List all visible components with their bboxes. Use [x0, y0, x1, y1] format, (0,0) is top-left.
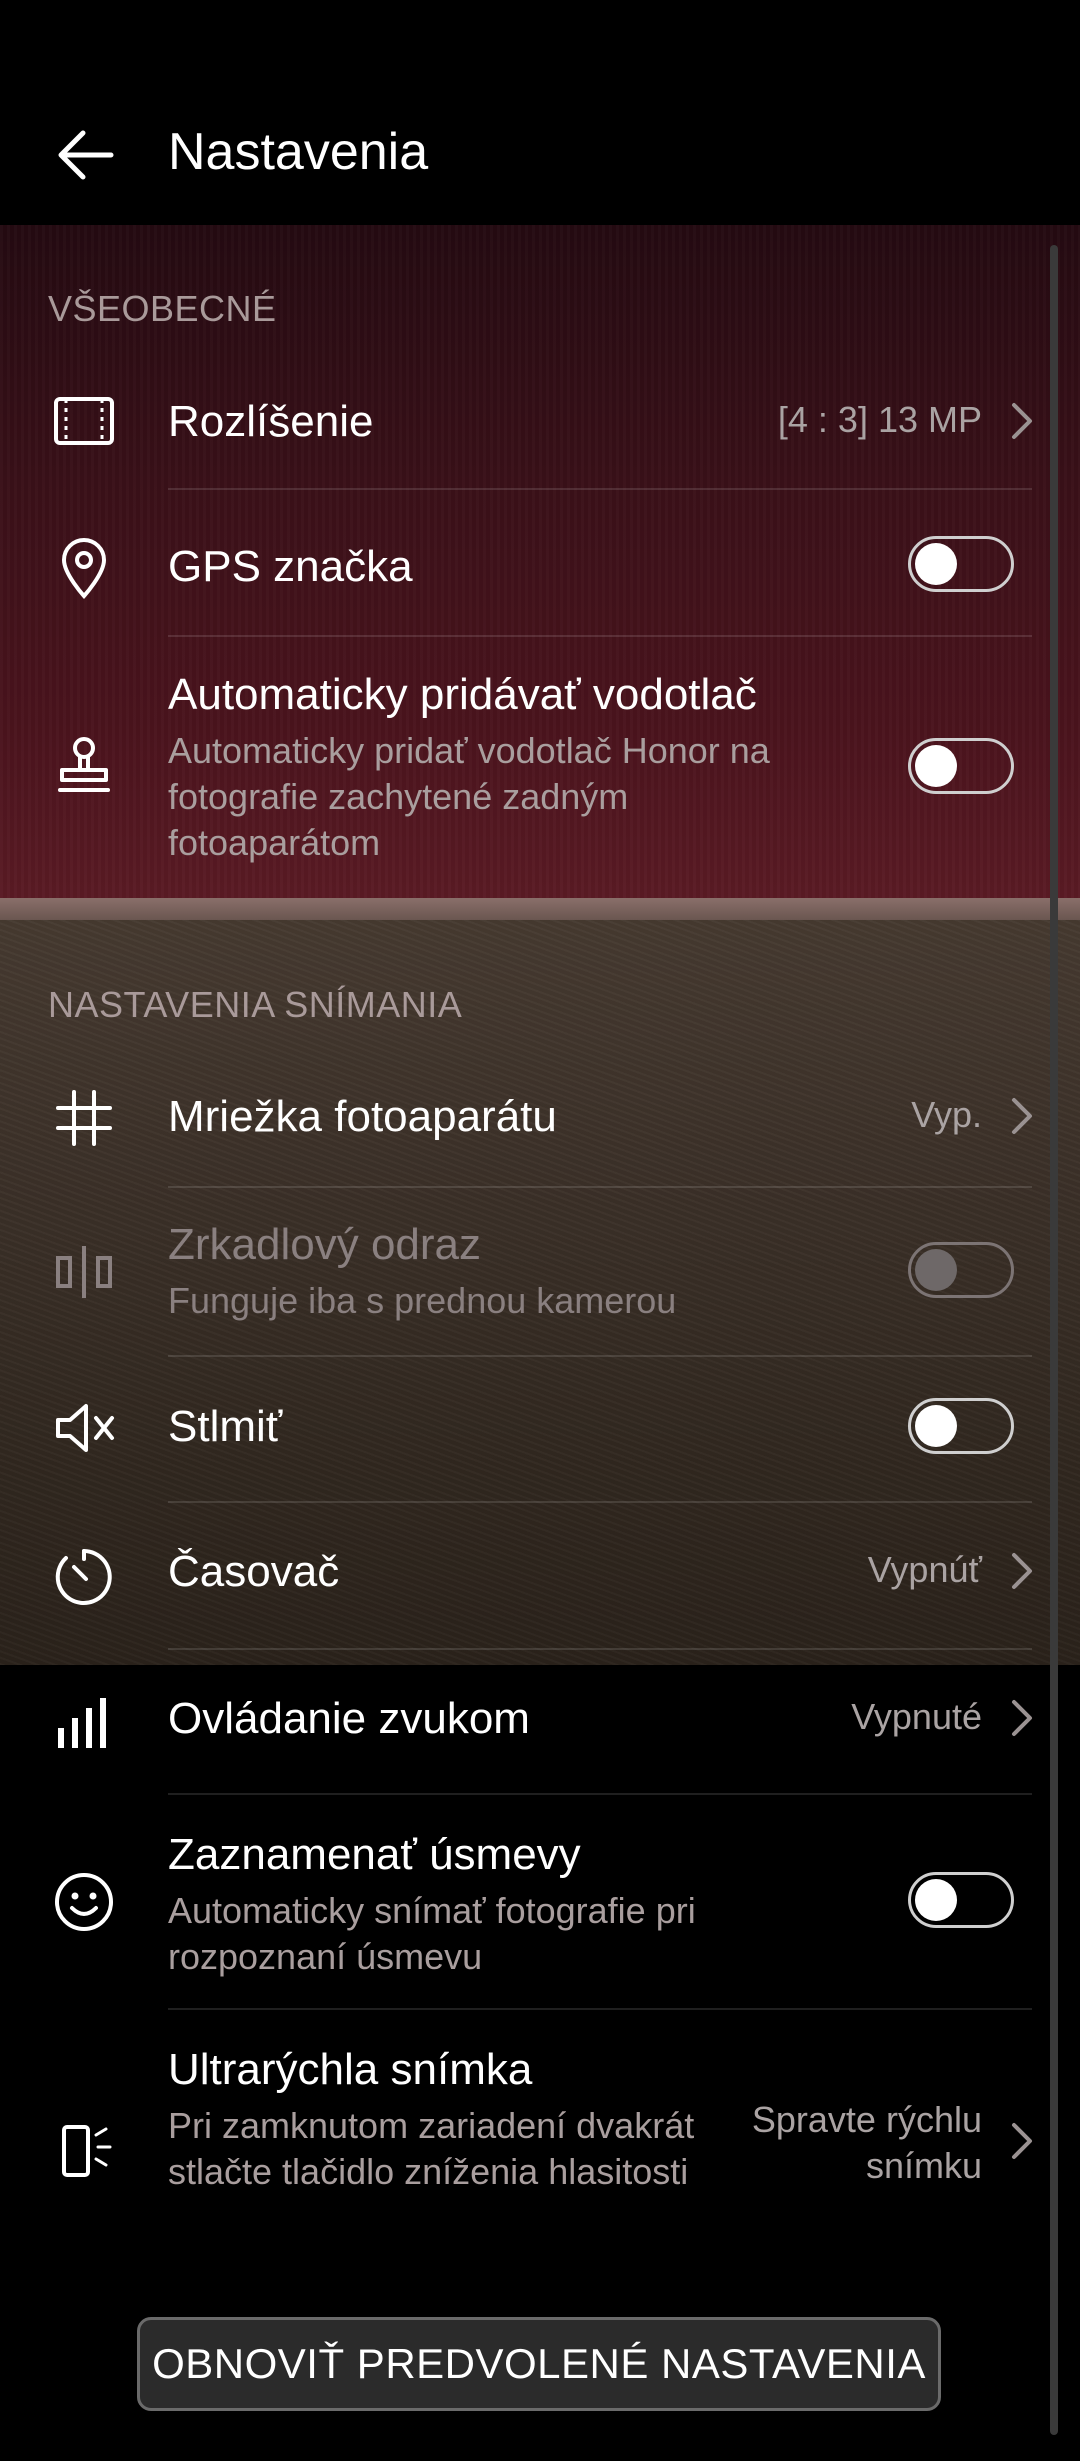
section-header-general: VŠEOBECNÉ [48, 288, 277, 329]
setting-mirror: Zrkadlový odraz Funguje iba s prednou ka… [0, 1190, 1040, 1355]
setting-subtitle: Automaticky pridať vodotlač Honor na fot… [168, 730, 770, 863]
mute-toggle[interactable] [908, 1398, 1014, 1454]
setting-timer[interactable]: Časovač Vypnúť [0, 1505, 1040, 1645]
divider [168, 1501, 1032, 1503]
toggle-knob [915, 1879, 957, 1921]
toggle-knob [915, 1405, 957, 1447]
divider [168, 488, 1032, 490]
setting-title: Časovač [168, 1547, 340, 1596]
mirror-toggle [908, 1242, 1014, 1298]
grid-hash-icon [48, 1082, 120, 1154]
arrow-left-icon [58, 130, 114, 180]
divider [168, 1648, 1032, 1650]
setting-title: Mriežka fotoaparátu [168, 1092, 557, 1141]
watermark-toggle[interactable] [908, 738, 1014, 794]
setting-title: Ovládanie zvukom [168, 1694, 530, 1743]
divider [168, 1355, 1032, 1357]
chevron-right-icon [1012, 1700, 1032, 1736]
timer-icon [48, 1541, 120, 1613]
setting-title: Zrkadlový odraz [168, 1220, 482, 1269]
toggle-knob [915, 745, 957, 787]
stamp-icon [48, 730, 120, 802]
audio-bars-icon [48, 1688, 120, 1760]
divider [168, 1793, 1032, 1795]
scrollbar[interactable] [1050, 245, 1058, 2435]
setting-title: Ultrarýchla snímka [168, 2045, 533, 2094]
setting-ultra-snapshot[interactable]: Ultrarýchla snímka Pri zamknutom zariade… [0, 2015, 1040, 2275]
reset-defaults-button[interactable]: OBNOVIŤ PREDVOLENÉ NASTAVENIA [137, 2317, 941, 2411]
chevron-right-icon [1012, 2123, 1032, 2159]
toggle-knob [915, 1249, 957, 1291]
setting-resolution[interactable]: Rozlíšenie [4 : 3] 13 MP [0, 365, 1040, 485]
setting-value: Spravte rýchlu snímku [751, 2099, 982, 2186]
setting-voice-control[interactable]: Ovládanie zvukom Vypnuté [0, 1660, 1040, 1792]
setting-title: Automaticky pridávať vodotlač [168, 670, 757, 719]
chevron-right-icon [1012, 403, 1032, 439]
smile-face-icon [48, 1866, 120, 1938]
resolution-frame-icon [48, 385, 120, 457]
page-title: Nastavenia [168, 123, 429, 181]
setting-watermark[interactable]: Automaticky pridávať vodotlač Automatick… [0, 640, 1040, 880]
section-header-capture: NASTAVENIA SNÍMANIA [48, 984, 463, 1025]
setting-mute[interactable]: Stlmiť [0, 1360, 1040, 1500]
app-bar: Nastavenia [0, 0, 1080, 225]
setting-value: Vypnuté [851, 1696, 982, 1737]
camera-preview-highlight-strip [0, 898, 1080, 920]
setting-subtitle: Funguje iba s prednou kamerou [168, 1280, 677, 1321]
divider [168, 1186, 1032, 1188]
chevron-right-icon [1012, 1553, 1032, 1589]
speaker-mute-icon [48, 1392, 120, 1464]
phone-snapshot-icon [48, 2115, 120, 2187]
gps-toggle[interactable] [908, 536, 1014, 592]
setting-gps-tag[interactable]: GPS značka [0, 500, 1040, 635]
setting-value: Vyp. [911, 1094, 982, 1135]
setting-value: Vypnúť [867, 1549, 982, 1590]
mirror-icon [48, 1236, 120, 1308]
setting-subtitle: Pri zamknutom zariadení dvakrát stlačte … [168, 2105, 695, 2192]
setting-camera-grid[interactable]: Mriežka fotoaparátu Vyp. [0, 1060, 1040, 1185]
chevron-right-icon [1012, 1098, 1032, 1134]
toggle-knob [915, 543, 957, 585]
setting-smile-capture[interactable]: Zaznamenať úsmevy Automaticky snímať fot… [0, 1800, 1040, 2005]
setting-title: Rozlíšenie [168, 397, 374, 446]
back-button[interactable] [40, 110, 130, 200]
smile-toggle[interactable] [908, 1872, 1014, 1928]
location-pin-icon [48, 532, 120, 604]
divider [168, 635, 1032, 637]
setting-title: GPS značka [168, 542, 413, 591]
setting-title: Stlmiť [168, 1402, 283, 1451]
setting-subtitle: Automaticky snímať fotografie pri rozpoz… [168, 1890, 696, 1977]
setting-value: [4 : 3] 13 MP [777, 399, 982, 440]
setting-title: Zaznamenať úsmevy [168, 1830, 581, 1879]
divider [168, 2008, 1032, 2010]
